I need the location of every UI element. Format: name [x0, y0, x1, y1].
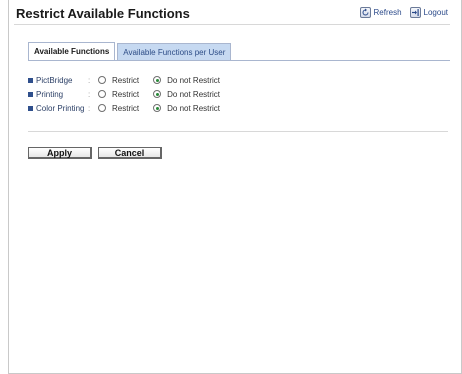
do-not-restrict-option[interactable]: Do not Restrict: [153, 76, 220, 85]
restrict-radio[interactable]: [98, 104, 106, 112]
restrict-label: Restrict: [112, 75, 140, 85]
apply-button[interactable]: Apply: [28, 147, 92, 159]
logout-link[interactable]: Logout: [409, 7, 448, 18]
setting-label: PictBridge: [36, 75, 73, 85]
do-not-restrict-label: Do not Restrict: [167, 103, 221, 113]
setting-row-printing: Printing : Restrict Do not Restrict: [28, 87, 234, 101]
setting-row-color-printing: Color Printing : Restrict Do not Restric…: [28, 101, 234, 115]
settings-list: PictBridge : Restrict Do not Restrict Pr…: [28, 73, 234, 115]
do-not-restrict-radio[interactable]: [153, 104, 162, 112]
bullet-icon: [28, 77, 33, 83]
bullet-icon: [28, 105, 33, 111]
restrict-radio[interactable]: [98, 76, 106, 84]
button-bar: Apply Cancel: [28, 147, 162, 159]
refresh-link[interactable]: Refresh: [359, 7, 402, 18]
restrict-label: Restrict: [112, 103, 140, 113]
setting-label: Color Printing: [36, 103, 85, 113]
tab-bar: Available Functions Available Functions …: [28, 42, 232, 61]
restrict-radio[interactable]: [98, 90, 106, 98]
label-separator: :: [88, 75, 91, 85]
tab-available-functions-per-user[interactable]: Available Functions per User: [117, 43, 232, 61]
do-not-restrict-radio[interactable]: [153, 76, 162, 84]
logout-icon: [409, 7, 421, 18]
tab-available-functions[interactable]: Available Functions: [28, 42, 116, 61]
do-not-restrict-label: Do not Restrict: [167, 89, 221, 99]
setting-label: Printing: [36, 89, 64, 99]
do-not-restrict-radio[interactable]: [153, 90, 162, 98]
restrict-option[interactable]: Restrict: [98, 76, 139, 85]
do-not-restrict-option[interactable]: Do not Restrict: [153, 90, 220, 99]
restrict-label: Restrict: [112, 89, 140, 99]
top-links: Refresh Logout: [359, 7, 448, 18]
tab-baseline: [28, 60, 450, 61]
do-not-restrict-label: Do not Restrict: [167, 75, 221, 85]
restrict-option[interactable]: Restrict: [98, 90, 139, 99]
cancel-button[interactable]: Cancel: [98, 147, 162, 159]
title-divider: [14, 24, 450, 25]
setting-row-pictbridge: PictBridge : Restrict Do not Restrict: [28, 73, 234, 87]
do-not-restrict-option[interactable]: Do not Restrict: [153, 104, 220, 113]
page-title: Restrict Available Functions: [16, 6, 190, 21]
label-separator: :: [88, 103, 91, 113]
section-divider: [28, 131, 448, 132]
bullet-icon: [28, 91, 33, 97]
refresh-icon: [359, 7, 371, 18]
logout-label: Logout: [423, 8, 448, 17]
restrict-option[interactable]: Restrict: [98, 104, 139, 113]
label-separator: :: [88, 89, 91, 99]
refresh-label: Refresh: [373, 8, 402, 17]
